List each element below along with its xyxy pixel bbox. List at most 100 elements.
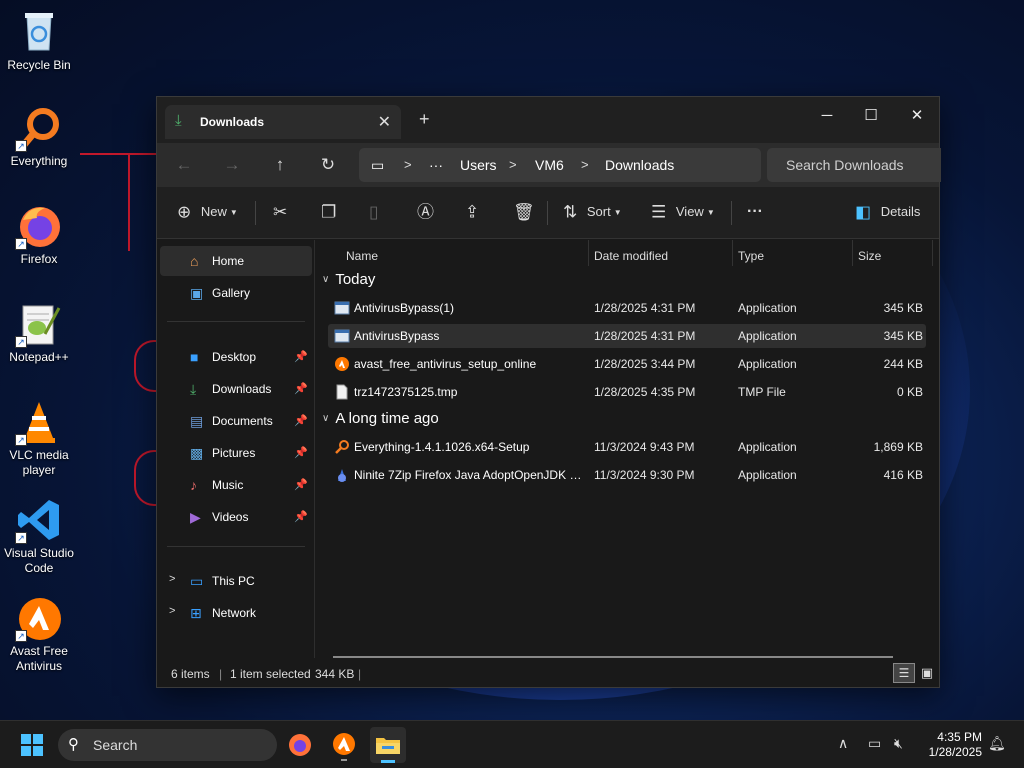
new-button[interactable]: ⊕ New ▼ xyxy=(177,200,238,224)
column-header-date-modified[interactable]: Date modified xyxy=(594,249,668,263)
file-row[interactable]: trz1472375125.tmp 1/28/2025 4:35 PM TMP … xyxy=(328,380,926,404)
desktop-icon-vlc[interactable]: ↗ VLC media player xyxy=(0,398,78,478)
file-explorer-window: ⤓ Downloads ✕ + ─ ☐ ✕ ← → ↑ ↻ ▭ > ··· Us… xyxy=(156,96,941,688)
close-window-button[interactable]: ✕ xyxy=(895,101,939,131)
taskbar-avast[interactable] xyxy=(326,727,362,763)
this-pc-icon: ▭ xyxy=(190,573,204,589)
desktop-icon-recycle-bin[interactable]: Recycle Bin xyxy=(0,8,78,73)
chevron-right-icon[interactable]: > xyxy=(169,605,175,617)
sidebar-item-music[interactable]: ♪ Music 📌 xyxy=(160,470,312,500)
file-size: 1,869 KB xyxy=(873,440,923,454)
delete-icon[interactable]: 🗑 xyxy=(513,200,535,224)
taskbar-file-explorer[interactable] xyxy=(370,727,406,763)
close-tab-icon[interactable]: ✕ xyxy=(378,112,391,132)
download-icon: ⤓ xyxy=(175,112,182,129)
view-button[interactable]: ☰ View ▼ xyxy=(651,200,715,224)
network-status-icon[interactable]: ▭ xyxy=(868,735,881,752)
show-hidden-icons-button[interactable]: ∧ xyxy=(838,735,848,752)
forward-arrow-icon[interactable]: → xyxy=(217,150,247,180)
sidebar-item-documents[interactable]: ▤ Documents 📌 xyxy=(160,406,312,436)
file-row[interactable]: Everything-1.4.1.1026.x64-Setup 11/3/202… xyxy=(328,435,926,459)
column-divider[interactable] xyxy=(852,240,853,266)
more-options-button[interactable]: ··· xyxy=(747,200,763,224)
column-divider[interactable] xyxy=(588,240,589,266)
desktop-icon-firefox[interactable]: ↗ Firefox xyxy=(0,202,78,267)
minimize-button[interactable]: ─ xyxy=(805,101,849,131)
details-label: Details xyxy=(880,204,921,219)
desktop-icon-avast[interactable]: ↗ Avast Free Antivirus xyxy=(0,594,78,674)
file-date: 11/3/2024 9:43 PM xyxy=(594,440,695,454)
sidebar-item-home[interactable]: ⌂ Home xyxy=(160,246,312,276)
details-button[interactable]: ◧ Details xyxy=(855,200,920,224)
start-button[interactable] xyxy=(14,727,50,763)
sort-label: Sort xyxy=(586,204,611,219)
sort-button[interactable]: ⇅ Sort ▼ xyxy=(563,200,622,224)
paste-icon[interactable]: ▯ xyxy=(369,200,378,224)
volume-muted-icon[interactable]: 🔇︎ xyxy=(894,735,903,752)
network-icon: ⊞ xyxy=(190,605,202,621)
desktop-icon-vscode[interactable]: ↗ Visual Studio Code xyxy=(0,496,78,576)
new-tab-button[interactable]: + xyxy=(419,109,430,130)
status-selection-count: 1 item selected xyxy=(230,667,311,681)
tiles-view-icon[interactable]: ▣ xyxy=(917,663,937,683)
sidebar-item-this-pc[interactable]: > ▭ This PC xyxy=(160,566,312,596)
file-size: 345 KB xyxy=(883,329,923,343)
chevron-right-icon: > xyxy=(581,157,589,172)
file-type: Application xyxy=(738,440,797,454)
file-row[interactable]: Ninite 7Zip Firefox Java AdoptOpenJDK x.… xyxy=(328,463,926,487)
column-header-type[interactable]: Type xyxy=(738,249,764,263)
notification-bell-icon[interactable]: 🔔︎ xyxy=(988,735,1006,752)
title-bar[interactable]: ⤓ Downloads ✕ + ─ ☐ ✕ xyxy=(157,97,939,143)
sidebar-item-label: Downloads xyxy=(212,382,272,396)
up-arrow-icon[interactable]: ↑ xyxy=(265,150,295,180)
navigation-bar: ← → ↑ ↻ ▭ > ··· Users > VM6 > Downloads … xyxy=(157,143,941,187)
cut-icon[interactable]: ✂ xyxy=(273,200,287,224)
group-header-a-long-time-ago[interactable]: ∨ A long time ago xyxy=(322,410,439,427)
column-header-name[interactable]: Name xyxy=(346,249,378,263)
view-list-icon: ☰ xyxy=(651,202,667,222)
horizontal-scrollbar[interactable] xyxy=(333,656,893,658)
sidebar-item-desktop[interactable]: ■ Desktop 📌 xyxy=(160,342,312,372)
shortcut-arrow-icon: ↗ xyxy=(15,532,27,544)
group-header-today[interactable]: ∨ Today xyxy=(322,271,375,288)
sidebar-item-downloads[interactable]: ⤓ Downloads 📌 xyxy=(160,374,312,404)
column-divider[interactable] xyxy=(932,240,933,266)
tab-downloads[interactable]: ⤓ Downloads ✕ xyxy=(165,105,401,139)
taskbar-firefox[interactable] xyxy=(282,727,318,763)
blank-file-icon xyxy=(334,384,350,400)
toolbar-divider xyxy=(547,201,548,225)
desktop-icon-everything[interactable]: ↗ Everything xyxy=(0,104,78,169)
search-box[interactable]: Search Downloads xyxy=(767,148,941,182)
breadcrumb-more-button[interactable]: ··· xyxy=(429,157,443,173)
sidebar-item-videos[interactable]: ▶ Videos 📌 xyxy=(160,502,312,532)
desktop-icon-notepadpp[interactable]: ↗ Notepad++ xyxy=(0,300,78,365)
file-row[interactable]: avast_free_antivirus_setup_online 1/28/2… xyxy=(328,352,926,376)
column-header-size[interactable]: Size xyxy=(858,249,881,263)
windows-logo-icon xyxy=(21,734,43,756)
computer-icon: ▭ xyxy=(371,157,385,173)
taskbar-search[interactable]: ⚲ Search xyxy=(58,729,277,761)
share-icon[interactable]: ⇪ xyxy=(465,200,479,224)
group-label: A long time ago xyxy=(335,410,439,427)
breadcrumb-users[interactable]: Users xyxy=(460,157,497,173)
breadcrumb-downloads[interactable]: Downloads xyxy=(605,157,674,173)
breadcrumb-vm6[interactable]: VM6 xyxy=(535,157,564,173)
clock[interactable]: 4:35 PM 1/28/2025 xyxy=(929,730,982,760)
details-view-icon[interactable]: ☰ xyxy=(893,663,915,683)
back-arrow-icon[interactable]: ← xyxy=(169,150,199,180)
file-name: avast_free_antivirus_setup_online xyxy=(354,357,537,371)
copy-icon[interactable]: ❐ xyxy=(321,200,336,224)
chevron-right-icon[interactable]: > xyxy=(169,573,175,585)
sidebar-item-pictures[interactable]: ▩ Pictures 📌 xyxy=(160,438,312,468)
sidebar-item-gallery[interactable]: ▣ Gallery xyxy=(160,278,312,308)
sidebar-item-network[interactable]: > ⊞ Network xyxy=(160,598,312,628)
desktop-icon-label: VLC media player xyxy=(9,448,69,477)
file-row-selected[interactable]: AntivirusBypass 1/28/2025 4:31 PM Applic… xyxy=(328,324,926,348)
file-row[interactable]: AntivirusBypass(1) 1/28/2025 4:31 PM App… xyxy=(328,296,926,320)
address-bar[interactable]: ▭ > ··· Users > VM6 > Downloads xyxy=(359,148,761,182)
maximize-button[interactable]: ☐ xyxy=(849,101,893,131)
column-divider[interactable] xyxy=(732,240,733,266)
rename-icon[interactable]: Ⓐ xyxy=(417,200,434,224)
firefox-icon: ↗ xyxy=(15,202,63,250)
refresh-icon[interactable]: ↻ xyxy=(313,150,343,180)
